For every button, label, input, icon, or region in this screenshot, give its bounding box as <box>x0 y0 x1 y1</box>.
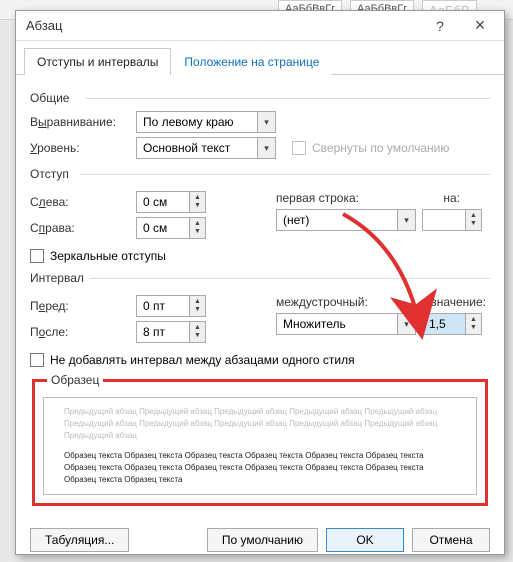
level-select[interactable]: Основной текст ▾ <box>136 137 276 159</box>
sample-legend: Образец <box>47 373 103 387</box>
sample-fieldset: Образец Предыдущий абзац Предыдущий абза… <box>32 373 488 506</box>
paragraph-dialog: Абзац ? × Отступы и интервалы Положение … <box>15 10 505 555</box>
spinner-icon: ▲▼ <box>189 296 205 316</box>
indent-on-label: на: <box>443 191 460 205</box>
chevron-down-icon: ▾ <box>257 138 275 158</box>
alignment-select[interactable]: По левому краю ▾ <box>136 111 276 133</box>
default-button[interactable]: По умолчанию <box>207 528 318 552</box>
spinner-icon: ▲▼ <box>189 218 205 238</box>
no-add-space-checkbox[interactable] <box>30 353 44 367</box>
alignment-label: Выравнивание: <box>30 115 130 129</box>
collapse-label: Свернуты по умолчанию <box>312 141 449 155</box>
spacing-value-label: значение: <box>431 295 486 309</box>
chevron-down-icon: ▾ <box>397 210 415 230</box>
chevron-down-icon: ▾ <box>397 314 415 334</box>
close-button[interactable]: × <box>460 13 500 39</box>
mirror-indents-label: Зеркальные отступы <box>50 249 166 263</box>
sample-prev-text: Предыдущий абзац Предыдущий абзац Предыд… <box>64 406 456 442</box>
tabs-button[interactable]: Табуляция... <box>30 528 129 552</box>
spacing-value-input[interactable]: 1,5 ▲▼ <box>422 313 482 335</box>
indent-right-input[interactable]: 0 см ▲▼ <box>136 217 206 239</box>
tab-indents[interactable]: Отступы и интервалы <box>24 48 171 75</box>
tab-strip: Отступы и интервалы Положение на страниц… <box>16 41 504 75</box>
section-spacing: Интервал <box>30 271 490 285</box>
indent-left-input[interactable]: 0 см ▲▼ <box>136 191 206 213</box>
sample-current-text: Образец текста Образец текста Образец те… <box>64 450 456 486</box>
level-label: Уровень: <box>30 141 130 155</box>
button-row: Табуляция... По умолчанию OK Отмена <box>16 518 504 562</box>
section-indent: Отступ <box>30 167 490 181</box>
tab-position[interactable]: Положение на странице <box>171 48 332 75</box>
spacing-after-label: После: <box>30 325 130 339</box>
help-button[interactable]: ? <box>420 13 460 39</box>
spinner-icon: ▲▼ <box>189 192 205 212</box>
sample-preview: Предыдущий абзац Предыдущий абзац Предыд… <box>43 397 477 495</box>
chevron-down-icon: ▾ <box>257 112 275 132</box>
spinner-icon: ▲▼ <box>189 322 205 342</box>
dialog-body: Общие Выравнивание: По левому краю ▾ Уро… <box>16 75 504 518</box>
no-add-space-label: Не добавлять интервал между абзацами одн… <box>50 353 355 367</box>
indent-right-label: Справа: <box>30 221 130 235</box>
ok-button[interactable]: OK <box>326 528 404 552</box>
collapse-checkbox <box>292 141 306 155</box>
spacing-after-input[interactable]: 8 пт ▲▼ <box>136 321 206 343</box>
dialog-title: Абзац <box>26 18 420 33</box>
mirror-indents-checkbox[interactable] <box>30 249 44 263</box>
titlebar: Абзац ? × <box>16 11 504 41</box>
first-line-label: первая строка: <box>276 191 359 205</box>
line-spacing-select[interactable]: Множитель ▾ <box>276 313 416 335</box>
spacing-before-input[interactable]: 0 пт ▲▼ <box>136 295 206 317</box>
indent-left-label: Слева: <box>30 195 130 209</box>
first-line-select[interactable]: (нет) ▾ <box>276 209 416 231</box>
indent-on-input[interactable]: ▲▼ <box>422 209 482 231</box>
line-spacing-label: междустрочный: <box>276 295 368 309</box>
cancel-button[interactable]: Отмена <box>412 528 490 552</box>
spinner-icon: ▲▼ <box>465 210 481 230</box>
section-general: Общие <box>30 91 490 105</box>
spinner-icon: ▲▼ <box>465 314 481 334</box>
spacing-before-label: Перед: <box>30 299 130 313</box>
